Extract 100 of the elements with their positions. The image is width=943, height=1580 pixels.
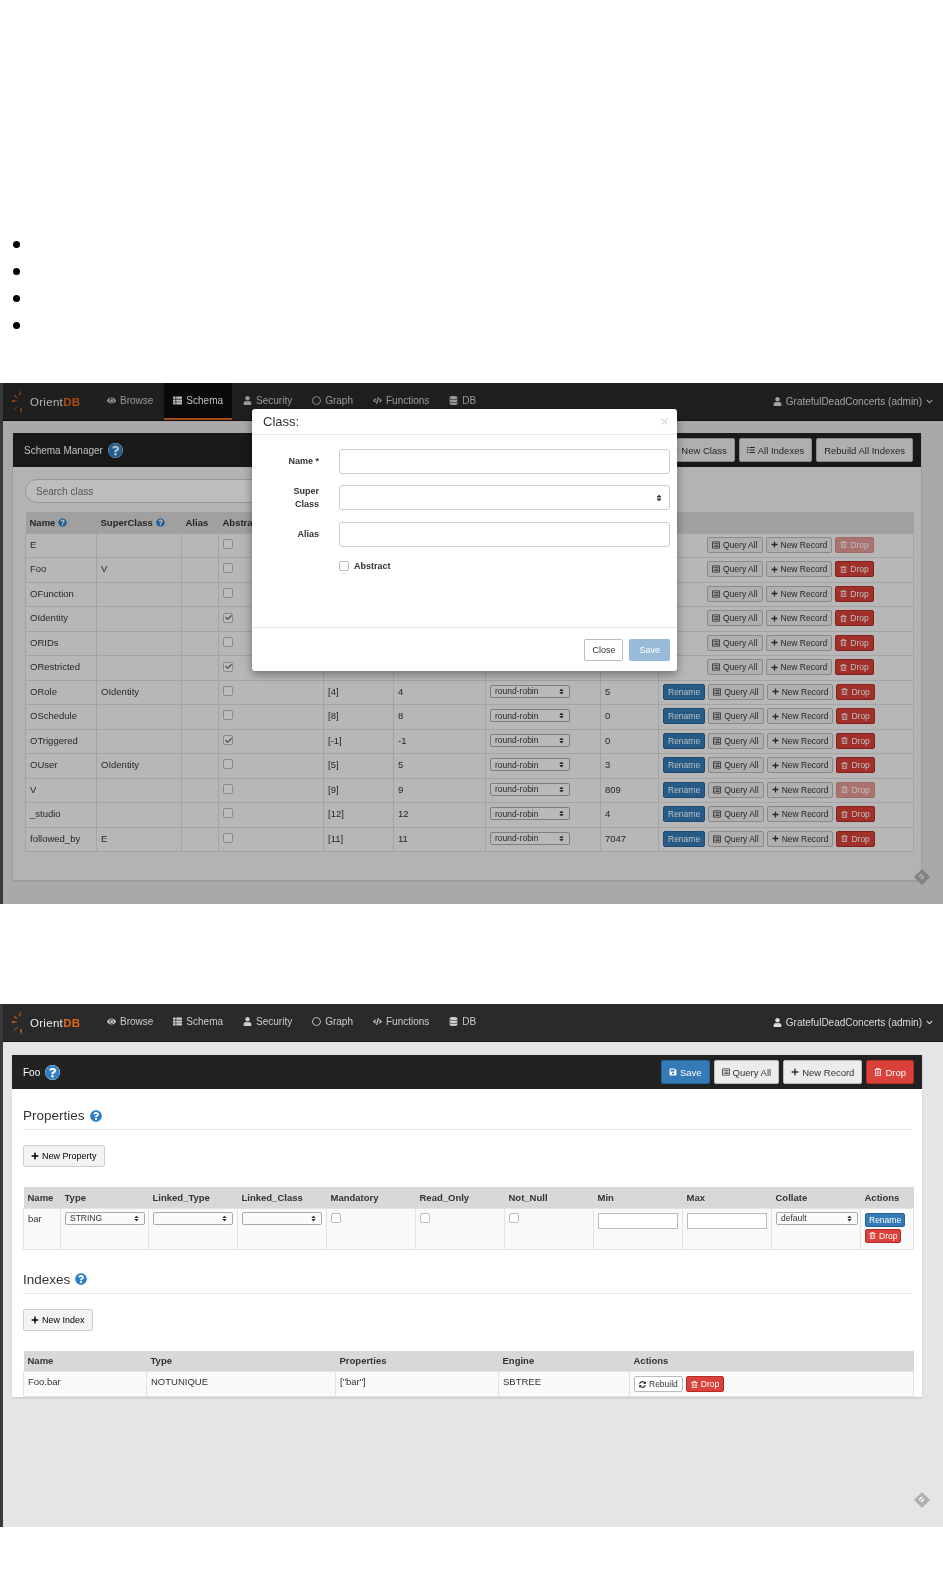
checkbox[interactable] [509,1212,519,1223]
selection-dropdown[interactable]: round-robin [490,709,570,722]
nav-tab[interactable]: Security [234,1004,302,1041]
rename-button[interactable]: Rename [663,683,706,700]
selection-dropdown[interactable]: round-robin [490,684,570,698]
query-all-button[interactable]: Query All [708,708,764,724]
query-all-button[interactable]: Query All [708,781,764,798]
checkbox[interactable] [223,783,233,794]
new-index-button[interactable]: New Index [23,1308,93,1331]
nav-tab[interactable]: Functions [363,1004,439,1041]
checkbox[interactable] [223,563,233,573]
checkbox[interactable] [331,1212,341,1223]
new-record-button[interactable]: New Record [765,585,833,602]
checkbox[interactable] [223,636,233,647]
drop-button[interactable]: Drop [836,732,875,749]
rename-button[interactable]: Rename [663,781,706,798]
diamond-icon[interactable] [913,1491,931,1509]
collate-dropdown[interactable]: default [776,1211,858,1225]
new-record-button[interactable]: New Record [766,732,834,749]
nav-tab[interactable]: DB [440,1004,486,1041]
checkbox[interactable] [223,832,233,843]
drop-button[interactable]: Drop [835,561,874,577]
header-button[interactable]: Save [660,1060,710,1084]
checkbox[interactable] [223,735,233,745]
close-button[interactable]: Close [584,638,624,661]
drop-button[interactable]: Drop [835,659,874,675]
rename-button[interactable]: Rename [865,1212,906,1227]
checkbox[interactable] [223,759,233,769]
checkbox[interactable] [223,661,233,672]
drop-button[interactable]: Drop [865,1228,902,1243]
drop-button[interactable]: Drop [836,830,875,847]
input-field[interactable] [339,522,670,547]
query-all-button[interactable]: Query All [708,683,764,700]
new-record-button[interactable]: New Record [765,610,833,626]
header-button[interactable]: All Indexes [738,438,813,462]
nav-tab[interactable]: Schema [164,1004,233,1041]
new-record-button[interactable]: New Record [766,781,834,798]
selection-dropdown[interactable]: round-robin [490,807,570,820]
selection-dropdown[interactable]: round-robin [490,733,570,747]
linked-class-dropdown[interactable] [242,1211,322,1225]
checkbox[interactable] [223,710,233,720]
nav-tab[interactable]: Functions [363,383,439,420]
nav-tab[interactable]: Browse [98,1004,163,1041]
help-icon[interactable] [107,442,123,458]
query-all-button[interactable]: Query All [707,634,763,651]
query-all-button[interactable]: Query All [707,585,763,602]
new-record-button[interactable]: New Record [766,806,834,822]
rename-button[interactable]: Rename [663,732,706,749]
header-button[interactable]: Rebuild All Indexes [816,438,913,462]
drop-button[interactable]: Drop [836,757,875,773]
rename-button[interactable]: Rename [663,757,706,773]
header-button[interactable]: Query All [713,1060,780,1084]
new-record-button[interactable]: New Record [766,708,834,724]
nav-tab[interactable]: DB [440,383,486,420]
new-property-button[interactable]: New Property [23,1145,105,1167]
nav-tab[interactable]: Graph [303,1004,362,1041]
new-record-button[interactable]: New Record [765,634,833,651]
query-all-button[interactable]: Query All [707,561,763,577]
drop-button[interactable]: Drop [836,683,875,700]
select-field[interactable] [339,485,670,510]
rename-button[interactable]: Rename [663,806,706,822]
drop-button[interactable]: Drop [836,806,875,822]
checkbox[interactable] [223,538,233,549]
rename-button[interactable]: Rename [663,830,706,847]
new-record-button[interactable]: New Record [766,683,834,700]
nav-tab[interactable]: Browse [98,383,163,420]
selection-dropdown[interactable]: round-robin [490,782,570,796]
new-record-button[interactable]: New Record [766,830,834,847]
drop-button[interactable]: Drop [835,610,874,626]
query-all-button[interactable]: Query All [708,830,764,847]
min-field[interactable] [598,1212,678,1229]
new-record-button[interactable]: New Record [766,757,834,773]
max-field[interactable] [687,1212,767,1229]
type-dropdown[interactable]: STRING [65,1211,145,1225]
checkbox[interactable] [223,587,233,598]
new-record-button[interactable]: New Record [765,536,833,553]
selection-dropdown[interactable]: round-robin [490,758,570,771]
query-all-button[interactable]: Query All [708,732,764,749]
checkbox[interactable] [223,685,233,696]
header-button[interactable]: Drop [866,1060,914,1084]
query-all-button[interactable]: Query All [708,757,764,773]
nav-tab[interactable]: Graph [303,383,362,420]
drop-button[interactable]: Drop [685,1376,725,1392]
diamond-icon[interactable] [913,868,931,886]
checkbox[interactable] [420,1212,430,1223]
query-all-button[interactable]: Query All [707,610,763,626]
close-icon[interactable] [659,416,670,427]
user-menu[interactable]: GratefulDeadConcerts (admin) [772,383,933,420]
input-field[interactable] [339,449,670,474]
header-button[interactable]: New Record [783,1060,863,1084]
user-menu[interactable]: GratefulDeadConcerts (admin) [772,1004,933,1041]
new-record-button[interactable]: New Record [765,561,833,577]
linked-type-dropdown[interactable] [153,1211,233,1225]
checkbox[interactable] [223,612,233,623]
rebuild-button[interactable]: Rebuild [634,1376,683,1392]
new-record-button[interactable]: New Record [765,659,833,675]
rename-button[interactable]: Rename [663,708,706,724]
checkbox[interactable] [339,561,349,571]
checkbox[interactable] [223,808,233,818]
drop-button[interactable]: Drop [836,708,875,724]
